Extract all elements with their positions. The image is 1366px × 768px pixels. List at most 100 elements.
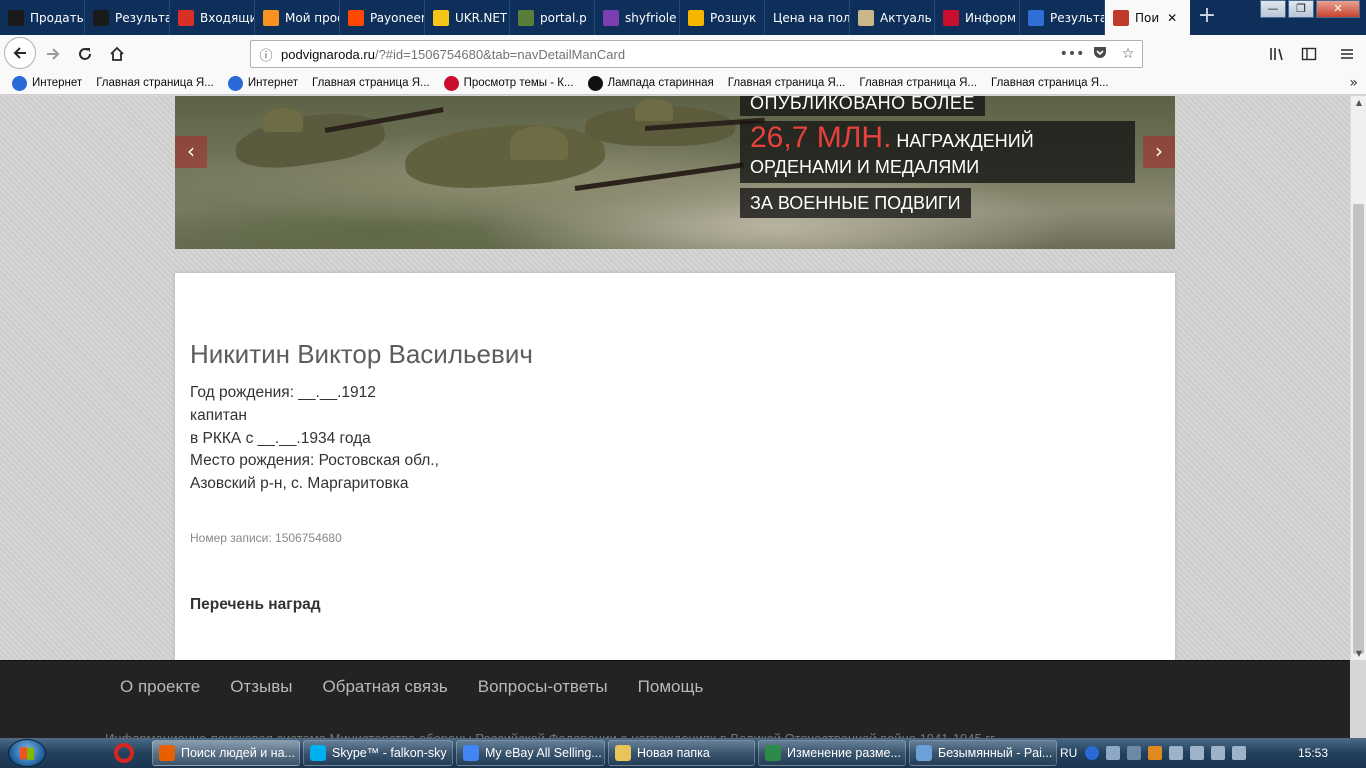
taskbar-item-label: My eBay All Selling... [485, 746, 602, 760]
browser-tab[interactable]: Мой профиль [255, 0, 340, 35]
banner-helmet [510, 126, 568, 160]
new-tab-button[interactable]: + [1196, 5, 1218, 28]
menu-icon[interactable] [1332, 39, 1362, 69]
bookmark-item[interactable]: Интернет [227, 75, 298, 91]
taskbar-item[interactable]: My eBay All Selling... [456, 740, 605, 766]
home-button[interactable] [102, 39, 132, 69]
bookmark-label: Главная страница Я... [96, 77, 214, 89]
minimize-button[interactable]: — [1260, 0, 1286, 18]
bookmark-item[interactable]: Лампада старинная [587, 75, 714, 91]
tray-arrow-icon[interactable] [1127, 746, 1142, 760]
tab-title: Результа [1050, 10, 1104, 25]
tab-close-icon[interactable]: ✕ [1167, 11, 1177, 25]
reload-button[interactable] [70, 39, 100, 69]
bookmark-item[interactable]: Главная страница Я... [859, 76, 977, 91]
tab-title: portal.p [540, 10, 587, 25]
bookmark-label: Главная страница Я... [727, 77, 846, 89]
url-text[interactable]: podvignaroda.ru/?#id=1506754680&tab=navD… [281, 47, 1058, 62]
scroll-thumb[interactable] [1353, 204, 1364, 654]
forward-button[interactable] [38, 39, 68, 69]
scroll-down-icon[interactable]: ▼ [1351, 649, 1366, 658]
bookmark-item[interactable]: Главная страница Я... [991, 76, 1109, 91]
tab-title: shyfriole [625, 10, 677, 25]
browser-tab[interactable]: Payoneer [340, 0, 425, 35]
taskbar-app-icon [310, 745, 326, 761]
taskbar-item[interactable]: Новая папка [608, 740, 755, 766]
system-tray: RU [1060, 738, 1253, 768]
browser-tab[interactable]: shyfriole [595, 0, 680, 35]
browser-tab[interactable]: portal.p [510, 0, 595, 35]
close-button[interactable]: ✕ [1316, 0, 1360, 18]
hero-banner: ‹ › ОПУБЛИКОВАНО БОЛЕЕ 26,7 МЛН. НАГРАЖД… [175, 96, 1175, 249]
tab-title: Актуаль [880, 10, 932, 25]
banner-figure [232, 105, 388, 175]
url-host: podvignaroda.ru [281, 46, 375, 62]
taskbar-item[interactable]: Изменение разме... [758, 740, 906, 766]
taskbar-item[interactable]: Поиск людей и на... [152, 740, 300, 766]
signal-icon[interactable] [1211, 746, 1226, 760]
browser-tab[interactable]: Пои ✕ [1105, 0, 1190, 35]
scroll-up-icon[interactable]: ▲ [1351, 98, 1366, 107]
ok-icon [263, 9, 279, 26]
flag-icon[interactable] [1169, 746, 1184, 760]
footer-link-about[interactable]: О проекте [120, 677, 200, 697]
browser-tab[interactable]: Продать вещи [0, 0, 85, 35]
browser-tab[interactable]: Результа [1020, 0, 1105, 35]
volume-icon[interactable] [1232, 746, 1247, 760]
carousel-next-button[interactable]: › [1143, 136, 1175, 168]
browser-tab[interactable]: UKR.NET [425, 0, 510, 35]
bookmark-item[interactable]: Просмотр темы - К... [443, 75, 574, 91]
browser-tab[interactable]: Актуаль [850, 0, 935, 35]
carousel-prev-button[interactable]: ‹ [175, 136, 207, 168]
taskbar-item[interactable]: Безымянный - Pai... [909, 740, 1057, 766]
banner-helmet [635, 99, 673, 121]
bookmark-item[interactable]: Интернет [12, 75, 82, 91]
footer-link-help[interactable]: Помощь [638, 677, 704, 697]
bookmark-item[interactable]: Главная страница Я... [96, 76, 214, 91]
bookmark-item[interactable]: Главная страница Я... [312, 76, 430, 91]
address-bar[interactable]: ⓘ podvignaroda.ru/?#id=1506754680&tab=na… [250, 40, 1143, 68]
pocket-icon[interactable] [1086, 45, 1114, 63]
sidebar-toggle-icon[interactable] [1294, 39, 1324, 69]
taskbar-app-icon [615, 745, 631, 761]
banner-orders-text: ОРДЕНАМИ И МЕДАЛЯМИ [750, 157, 980, 177]
bookmark-favicon-icon [443, 75, 459, 91]
bookmark-favicon-icon [587, 75, 603, 91]
record-number: Номер записи: 1506754680 [190, 531, 342, 545]
footer-link-feedback[interactable]: Обратная связь [322, 677, 447, 697]
battery-icon[interactable] [1190, 746, 1205, 760]
network-icon[interactable] [1106, 746, 1121, 760]
library-icon[interactable] [1262, 39, 1292, 69]
footer-nav: О проекте Отзывы Обратная связь Вопросы-… [105, 677, 718, 697]
person-card: Никитин Виктор Васильевич Год рождения: … [175, 273, 1175, 660]
footer-link-faq[interactable]: Вопросы-ответы [478, 677, 608, 697]
browser-tab[interactable]: Цена на пол [765, 0, 850, 35]
browser-tab[interactable]: Розшук [680, 0, 765, 35]
language-indicator[interactable]: RU [1060, 746, 1077, 760]
opera-icon[interactable] [114, 743, 134, 763]
taskbar-item[interactable]: Skype™ - falkon-sky [303, 740, 453, 766]
vertical-scrollbar[interactable]: ▲ ▼ [1350, 96, 1366, 660]
bookmark-item[interactable]: Главная страница Я... [728, 76, 846, 91]
color-bars-icon [603, 9, 619, 26]
browser-tab[interactable]: Результаты [85, 0, 170, 35]
help-icon[interactable] [1085, 746, 1100, 760]
page-actions-icon[interactable]: ••• [1058, 46, 1086, 62]
back-button[interactable] [4, 37, 36, 69]
banner-line-3: ЗА ВОЕННЫЕ ПОДВИГИ [740, 188, 971, 218]
clock[interactable]: 15:53 [1298, 746, 1328, 760]
restore-button[interactable]: ❐ [1288, 0, 1314, 18]
site-info-icon[interactable]: ⓘ [251, 45, 281, 64]
gmail-icon [178, 9, 194, 26]
browser-tab[interactable]: Информ [935, 0, 1020, 35]
taskbar-app-icon [463, 745, 479, 761]
bookmark-label: Главная страница Я... [312, 77, 430, 89]
tab-title: Payoneer [370, 10, 424, 25]
bookmark-list: Интернет Главная страница Я... Интернет Гла… [0, 75, 1123, 91]
bookmark-star-icon[interactable]: ☆ [1114, 46, 1142, 62]
browser-tab[interactable]: Входящие [170, 0, 255, 35]
footer-link-reviews[interactable]: Отзывы [230, 677, 292, 697]
app-tray-icon[interactable] [1148, 746, 1163, 760]
start-button[interactable] [8, 739, 46, 767]
bookmarks-overflow-icon[interactable]: » [1349, 75, 1358, 91]
